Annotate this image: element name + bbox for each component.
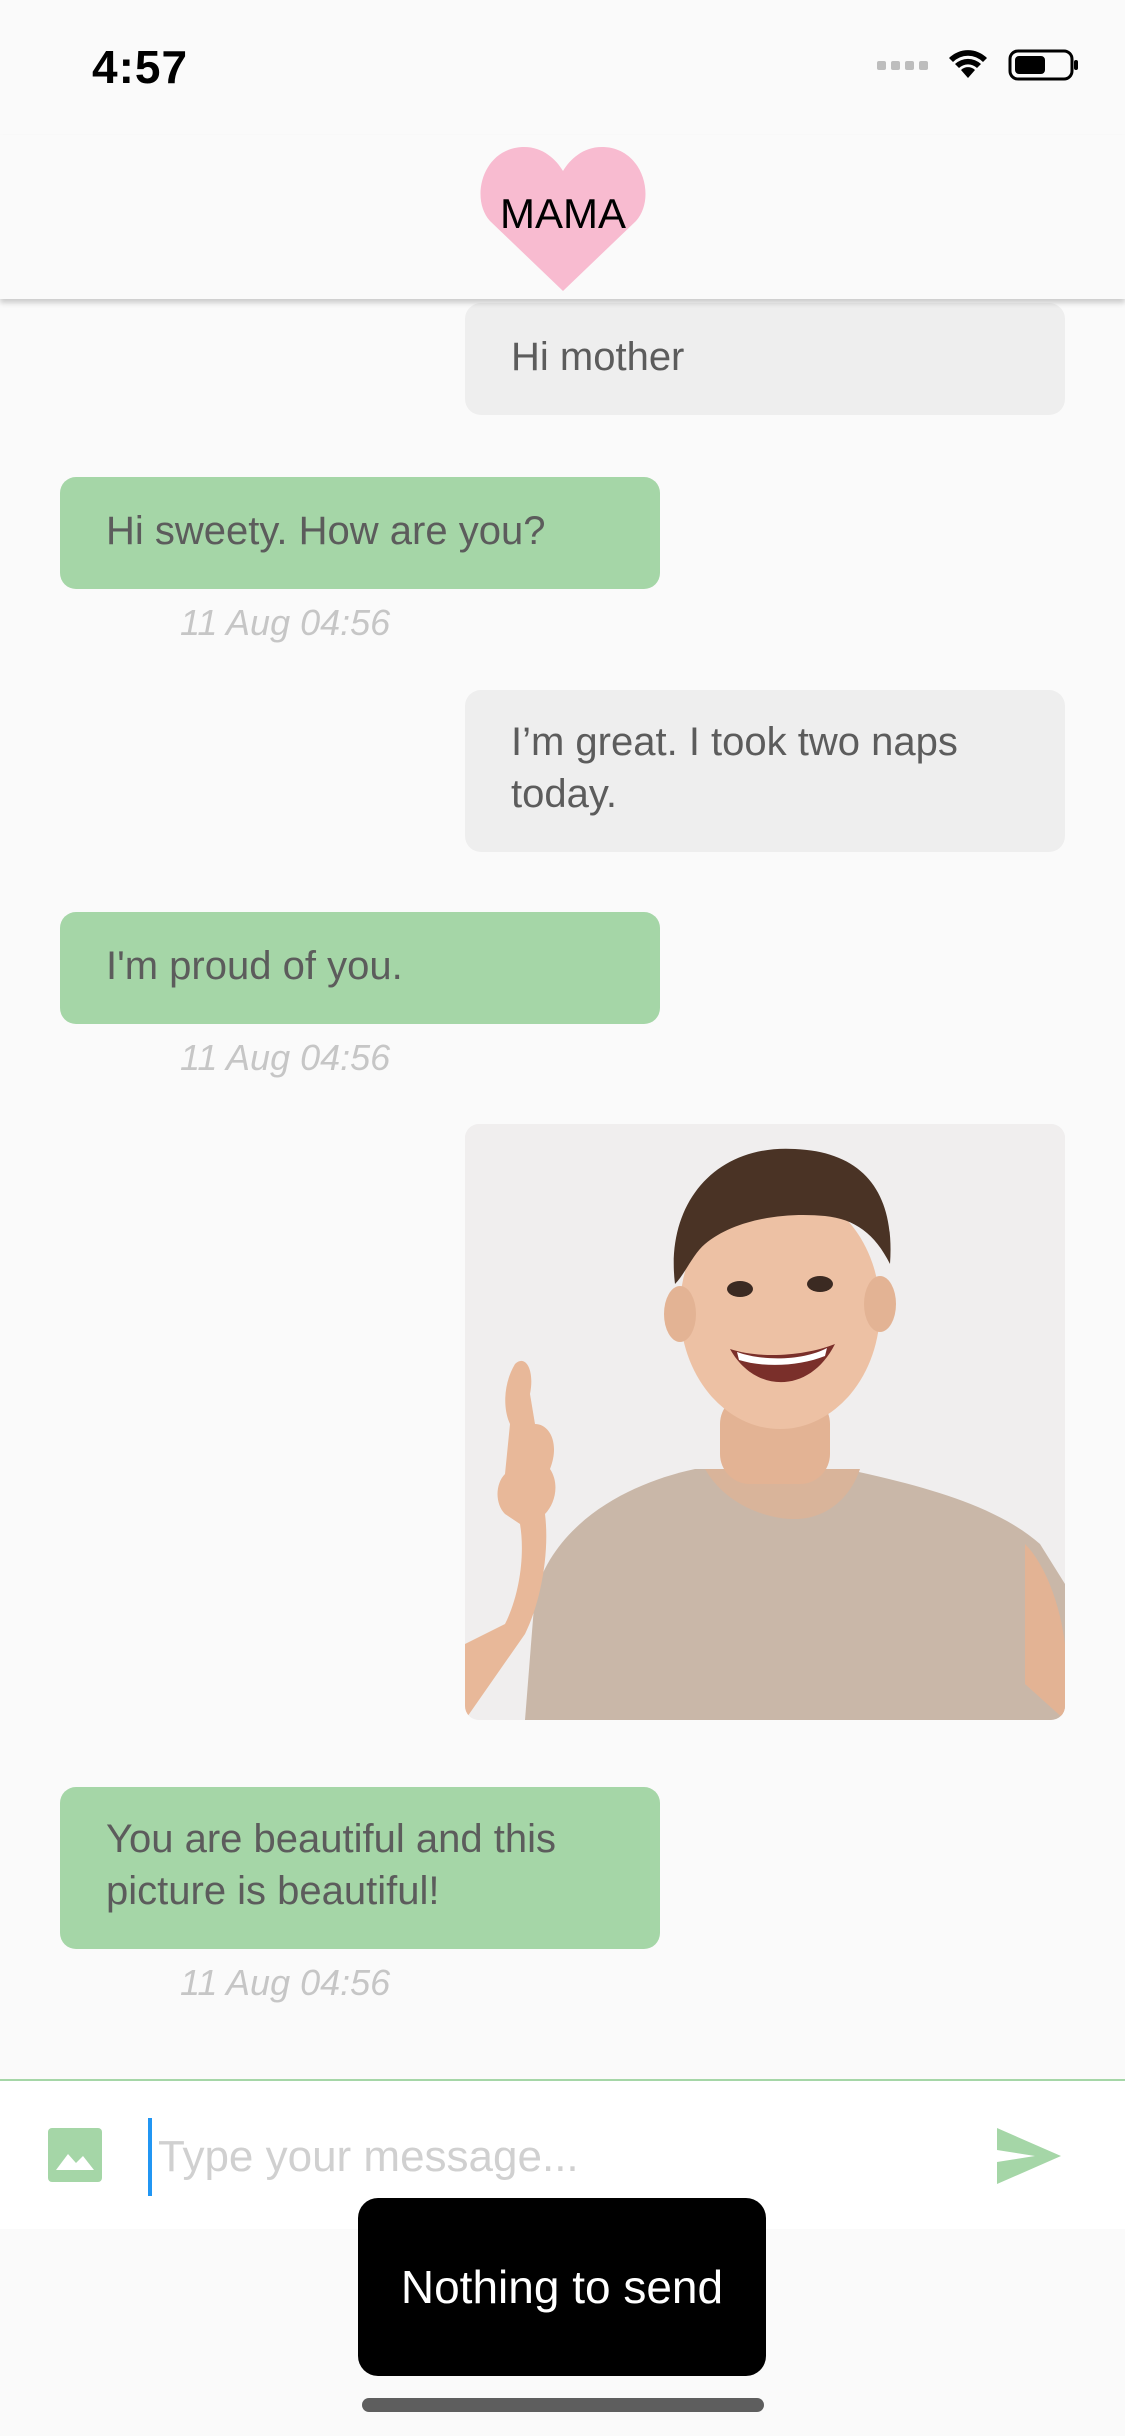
message-bubble-received: You are beautiful and this picture is be… xyxy=(60,1787,660,1949)
photo-image xyxy=(465,1124,1065,1720)
send-icon[interactable] xyxy=(995,2126,1063,2186)
message-bubble-received: I'm proud of you. xyxy=(60,912,660,1024)
message-timestamp: 11 Aug 04:56 xyxy=(180,602,391,643)
image-icon[interactable] xyxy=(48,2128,102,2182)
signal-icon xyxy=(877,60,928,70)
home-indicator[interactable] xyxy=(362,2398,764,2412)
message-photo[interactable] xyxy=(465,1124,1065,1720)
wifi-icon xyxy=(949,50,987,78)
toast-message: Nothing to send xyxy=(358,2198,766,2376)
message-timestamp: 11 Aug 04:56 xyxy=(180,1962,391,2003)
message-bubble-sent: Hi mother xyxy=(465,303,1065,415)
message-bubble-sent: I’m great. I took two naps today. xyxy=(465,690,1065,852)
chat-header: MAMA xyxy=(0,135,1125,299)
status-icons xyxy=(877,48,1080,82)
message-list[interactable]: Hi mother Hi sweety. How are you? 11 Aug… xyxy=(0,299,1125,2079)
message-timestamp: 11 Aug 04:56 xyxy=(180,1037,391,1078)
status-bar: 4:57 xyxy=(0,0,1125,135)
message-bubble-received: Hi sweety. How are you? xyxy=(60,477,660,589)
contact-name: MAMA xyxy=(500,190,626,237)
status-time: 4:57 xyxy=(92,41,189,93)
message-input[interactable] xyxy=(148,2118,980,2196)
battery-icon xyxy=(1008,49,1078,81)
